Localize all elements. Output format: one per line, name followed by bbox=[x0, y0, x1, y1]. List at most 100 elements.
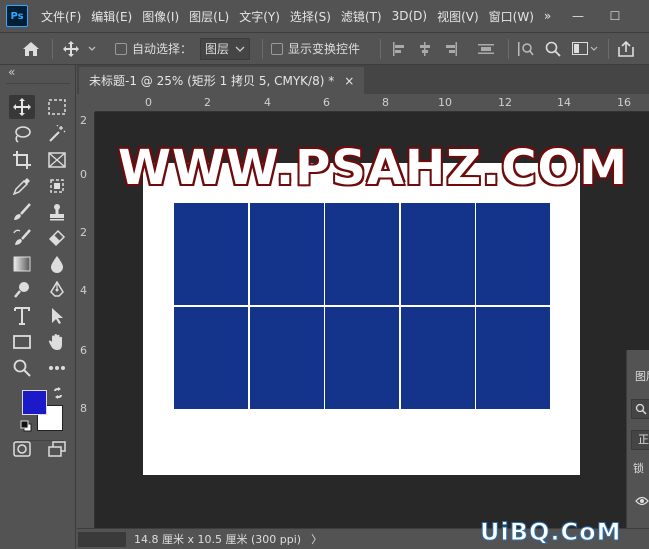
divider bbox=[608, 39, 609, 59]
lock-label: 锁 bbox=[633, 462, 644, 475]
auto-select-label: 自动选择： bbox=[132, 42, 193, 56]
layer-filter-field[interactable] bbox=[631, 399, 649, 419]
blue-tile bbox=[325, 203, 399, 305]
align-left-icon[interactable] bbox=[392, 33, 406, 64]
site-watermark: UiBQ.CoM bbox=[480, 518, 622, 547]
status-menu-arrow[interactable]: 〉 bbox=[311, 531, 322, 547]
ruler-label: 6 bbox=[323, 96, 330, 109]
move-tool-preset-icon[interactable] bbox=[63, 33, 97, 64]
swap-colors-icon[interactable] bbox=[52, 387, 64, 402]
menu-edit[interactable]: 编辑(E) bbox=[86, 8, 137, 25]
frame-tool-icon[interactable] bbox=[44, 148, 70, 172]
document-size-info: 14.8 厘米 x 10.5 厘米 (300 ppi) bbox=[134, 533, 302, 546]
object-selection-tool-icon[interactable] bbox=[44, 174, 70, 198]
checkbox-box bbox=[115, 42, 127, 55]
menu-file[interactable]: 文件(F) bbox=[36, 8, 86, 25]
align-center-icon[interactable] bbox=[418, 33, 432, 64]
divider bbox=[52, 39, 53, 59]
align-right-icon[interactable] bbox=[444, 33, 458, 64]
ruler-label: 2 bbox=[80, 226, 87, 239]
ruler-label: 16 bbox=[617, 96, 631, 109]
ruler-label: 2 bbox=[80, 114, 87, 127]
brush-tool-icon[interactable] bbox=[9, 200, 35, 224]
ruler-label: 2 bbox=[204, 96, 211, 109]
tools-panel: « bbox=[0, 65, 76, 549]
horizontal-ruler[interactable]: 0 2 4 6 8 10 12 14 16 bbox=[95, 94, 649, 112]
quick-mask-icon[interactable] bbox=[9, 437, 35, 461]
menu-layer[interactable]: 图层(L) bbox=[184, 8, 234, 25]
more-tools-icon[interactable] bbox=[44, 356, 70, 380]
share-icon[interactable] bbox=[618, 33, 634, 64]
distribute-icon[interactable] bbox=[478, 33, 494, 64]
maximize-button[interactable]: ☐ bbox=[600, 0, 630, 32]
stamp-tool-icon[interactable] bbox=[44, 200, 70, 224]
workspace-icon[interactable] bbox=[572, 33, 598, 64]
auto-select-value: 图层 bbox=[205, 42, 230, 56]
move-tool-icon[interactable] bbox=[9, 95, 35, 119]
menu-image[interactable]: 图像(I) bbox=[137, 8, 184, 25]
auto-select-dropdown[interactable]: 图层 bbox=[200, 33, 251, 64]
gradient-tool-icon[interactable] bbox=[9, 252, 35, 276]
menu-window[interactable]: 窗口(W) bbox=[484, 8, 539, 25]
dodge-tool-icon[interactable] bbox=[9, 278, 35, 302]
menu-select[interactable]: 选择(S) bbox=[285, 8, 336, 25]
chevron-down-icon bbox=[235, 46, 245, 52]
magic-wand-tool-icon[interactable] bbox=[44, 122, 70, 146]
home-icon[interactable] bbox=[22, 33, 40, 64]
vertical-ruler[interactable]: 2 0 2 4 6 8 bbox=[77, 112, 95, 528]
divider bbox=[508, 39, 509, 59]
menu-filter[interactable]: 滤镜(T) bbox=[336, 8, 387, 25]
ruler-corner bbox=[77, 94, 95, 112]
menu-type[interactable]: 文字(Y) bbox=[234, 8, 285, 25]
blue-tile bbox=[400, 306, 475, 409]
lasso-tool-icon[interactable] bbox=[9, 122, 35, 146]
ruler-label: 8 bbox=[382, 96, 389, 109]
blue-tile bbox=[249, 203, 324, 305]
blue-tile bbox=[174, 306, 248, 409]
layers-panel-tab[interactable]: 图层 bbox=[635, 368, 649, 384]
divider bbox=[6, 83, 70, 84]
menu-view[interactable]: 视图(V) bbox=[432, 8, 484, 25]
checkbox-box bbox=[271, 42, 283, 55]
minimize-button[interactable]: — bbox=[563, 0, 593, 32]
screen-mode-icon[interactable] bbox=[44, 437, 70, 461]
menu-bar: Ps 文件(F) 编辑(E) 图像(I) 图层(L) 文字(Y) 选择(S) 滤… bbox=[0, 0, 649, 32]
foreground-color-swatch[interactable] bbox=[22, 390, 47, 415]
collapse-panel-icon[interactable]: « bbox=[8, 65, 15, 79]
blue-tile bbox=[400, 203, 475, 305]
close-tab-icon[interactable]: × bbox=[344, 74, 354, 88]
menu-more-button[interactable]: » bbox=[539, 9, 556, 23]
document-tab[interactable]: 未标题-1 @ 25% (矩形 1 拷贝 5, CMYK/8) * × bbox=[79, 67, 365, 94]
history-brush-tool-icon[interactable] bbox=[9, 226, 35, 250]
divider bbox=[380, 39, 381, 59]
hand-tool-icon[interactable] bbox=[44, 330, 70, 354]
zoom-field[interactable] bbox=[78, 531, 126, 547]
blue-tile bbox=[174, 203, 248, 305]
pen-tool-icon[interactable] bbox=[44, 278, 70, 302]
show-transform-checkbox[interactable]: 显示变换控件 bbox=[271, 33, 360, 64]
menu-3d[interactable]: 3D(D) bbox=[387, 9, 432, 23]
crop-tool-icon[interactable] bbox=[9, 148, 35, 172]
auto-select-checkbox[interactable]: 自动选择： bbox=[115, 33, 192, 64]
ruler-label: 8 bbox=[80, 402, 87, 415]
photoshop-logo: Ps bbox=[6, 5, 28, 27]
3d-mode-icon[interactable] bbox=[518, 33, 534, 64]
rectangle-tool-icon[interactable] bbox=[9, 330, 35, 354]
search-icon[interactable] bbox=[545, 33, 561, 64]
blue-tile bbox=[325, 306, 399, 409]
document-tab-bar: 未标题-1 @ 25% (矩形 1 拷贝 5, CMYK/8) * × bbox=[77, 65, 649, 94]
document-tab-title: 未标题-1 @ 25% (矩形 1 拷贝 5, CMYK/8) * bbox=[89, 74, 335, 88]
eraser-tool-icon[interactable] bbox=[44, 226, 70, 250]
type-tool-icon[interactable] bbox=[9, 304, 35, 328]
eyedropper-tool-icon[interactable] bbox=[9, 174, 35, 198]
default-colors-icon[interactable] bbox=[20, 420, 32, 435]
path-selection-tool-icon[interactable] bbox=[44, 304, 70, 328]
divider bbox=[262, 39, 263, 59]
ruler-label: 10 bbox=[438, 96, 452, 109]
zoom-tool-icon[interactable] bbox=[9, 356, 35, 380]
blend-mode-dropdown[interactable]: 正 bbox=[631, 430, 649, 450]
ruler-label: 0 bbox=[145, 96, 152, 109]
marquee-tool-icon[interactable] bbox=[44, 95, 70, 119]
eye-icon[interactable] bbox=[635, 495, 649, 509]
blur-tool-icon[interactable] bbox=[44, 252, 70, 276]
